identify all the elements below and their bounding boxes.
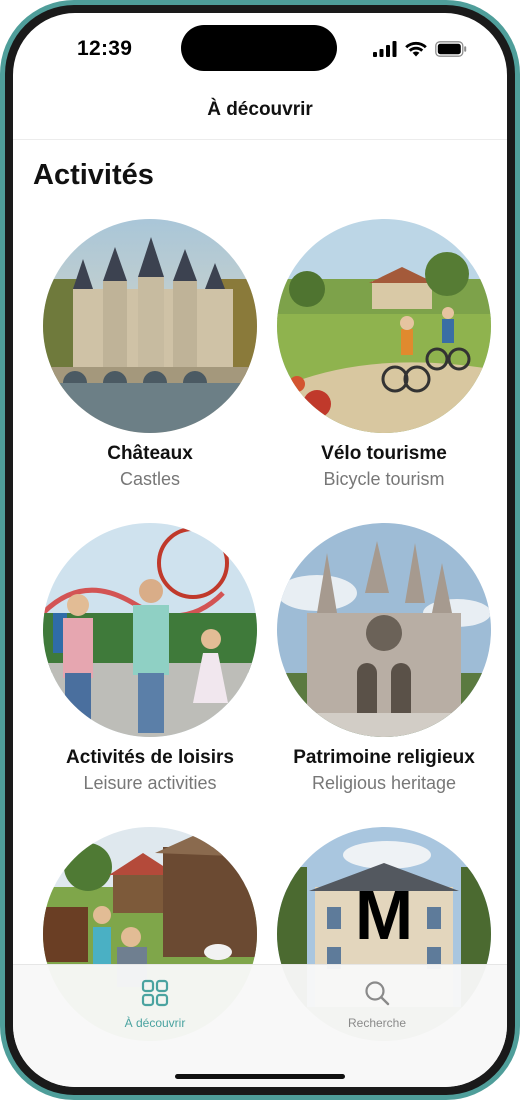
tab-search[interactable]: Recherche (297, 979, 457, 1030)
activity-subtitle: Leisure activities (83, 773, 217, 793)
overlay-letter: M (354, 876, 414, 954)
phone-frame: 12:39 À découvrir Activités Châteaux Cas… (0, 0, 520, 1100)
activity-subtitle: Bicycle tourism (323, 469, 445, 489)
activity-card-leisure[interactable]: Activités de loisirs Leisure activities (35, 523, 265, 794)
cycling-image (277, 219, 491, 433)
status-bar: 12:39 (13, 13, 507, 83)
tab-discover[interactable]: À découvrir (75, 979, 235, 1030)
phone-bezel: 12:39 À découvrir Activités Châteaux Cas… (5, 5, 515, 1095)
activity-title: Châteaux (107, 443, 193, 464)
activity-subtitle: Religious heritage (311, 773, 457, 793)
tab-bar: À découvrir Recherche (13, 964, 507, 1087)
search-icon (363, 981, 391, 1011)
section-title: Activités (33, 159, 154, 191)
status-icons (373, 41, 467, 62)
dynamic-island (181, 25, 337, 71)
cathedral-image (277, 523, 491, 737)
activity-card-cycling[interactable]: Vélo tourisme Bicycle tourism (269, 219, 499, 490)
activity-subtitle: Castles (119, 469, 181, 489)
tab-label: À découvrir (124, 1016, 186, 1030)
tab-label: Recherche (347, 1016, 407, 1030)
activity-title: Patrimoine religieux (293, 747, 475, 768)
status-time: 12:39 (77, 37, 133, 60)
family-park-image (43, 523, 257, 737)
activity-card-religious[interactable]: Patrimoine religieux Religious heritage (269, 523, 499, 794)
page-title: À découvrir (207, 99, 313, 120)
signal-icon (373, 41, 397, 62)
activity-title: Activités de loisirs (66, 747, 234, 768)
home-indicator[interactable] (175, 1074, 345, 1079)
battery-icon (435, 41, 467, 62)
screen: 12:39 À découvrir Activités Châteaux Cas… (13, 13, 507, 1087)
castle-image (43, 219, 257, 433)
grid-icon (141, 979, 169, 1011)
wifi-icon (405, 41, 427, 62)
nav-divider (13, 139, 507, 140)
activity-card-castles[interactable]: Châteaux Castles (35, 219, 265, 490)
activity-title: Vélo tourisme (321, 443, 447, 464)
